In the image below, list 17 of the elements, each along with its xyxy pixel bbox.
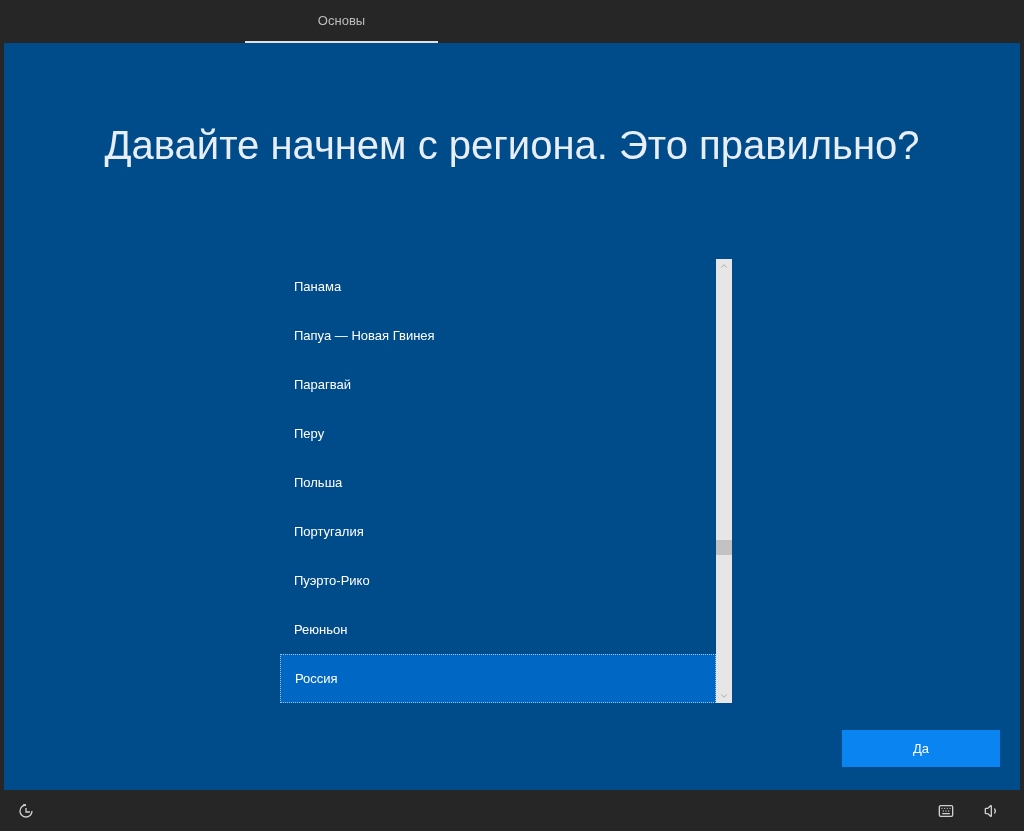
confirm-button[interactable]: Да [842, 730, 1000, 767]
region-list-item[interactable]: Панама [280, 262, 716, 311]
region-list-item[interactable]: Польша [280, 458, 716, 507]
ease-of-access-icon[interactable] [18, 802, 34, 819]
region-list-item[interactable]: Россия [280, 654, 716, 703]
scrollbar[interactable] [716, 259, 732, 703]
scrollbar-thumb[interactable] [716, 540, 732, 555]
region-list-item[interactable]: Парагвай [280, 360, 716, 409]
scroll-up-icon[interactable] [719, 261, 729, 271]
keyboard-icon[interactable] [938, 802, 954, 819]
region-list-item[interactable]: Реюньон [280, 605, 716, 654]
region-list-item[interactable]: Папуа — Новая Гвинея [280, 311, 716, 360]
scroll-down-icon[interactable] [719, 691, 729, 701]
page-title: Давайте начнем с региона. Это правильно? [104, 122, 920, 169]
region-list-item[interactable]: Перу [280, 409, 716, 458]
region-list-item[interactable]: Португалия [280, 507, 716, 556]
region-list-item[interactable]: Пуэрто-Рико [280, 556, 716, 605]
